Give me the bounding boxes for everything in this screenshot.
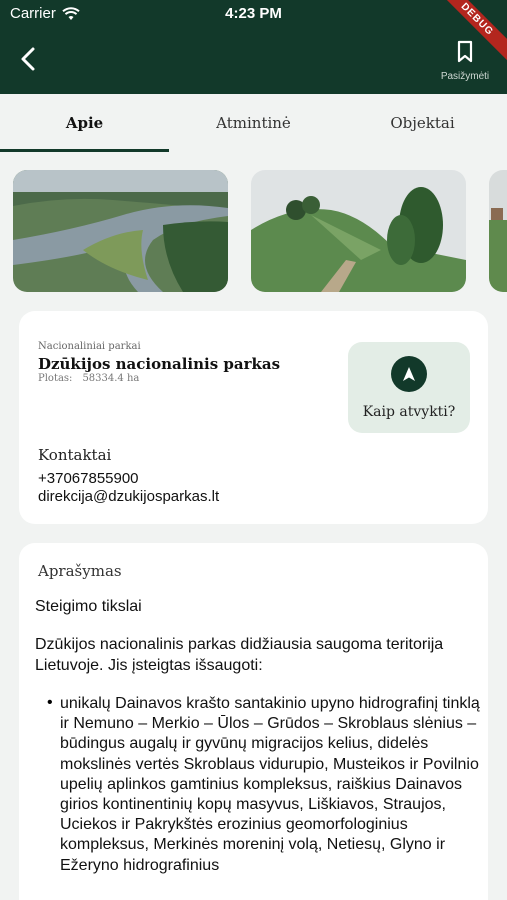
back-button[interactable] — [14, 44, 44, 74]
directions-button[interactable]: Kaip atvykti? — [348, 342, 470, 433]
description-bullet: unikalų Dainavos krašto santakinio upyno… — [60, 695, 480, 874]
chevron-left-icon — [21, 47, 35, 71]
gallery-photo-river[interactable] — [13, 170, 228, 292]
area-value: 58334.4 ha — [82, 373, 140, 384]
park-area: Plotas: 58334.4 ha — [38, 373, 139, 384]
tab-objektai[interactable]: Objektai — [338, 94, 507, 154]
park-name: Dzūkijos nacionalinis parkas — [38, 355, 281, 373]
description-subtitle: Steigimo tikslai — [35, 598, 142, 615]
description-paragraph: Dzūkijos nacionalinis parkas didžiausia … — [35, 636, 444, 674]
park-info-card: Nacionaliniai parkai Dzūkijos nacionalin… — [19, 311, 488, 524]
photo-gallery[interactable] — [13, 170, 507, 294]
app-header: Carrier 4:23 PM Pasižymėti DEBUG — [0, 0, 507, 94]
contacts-title: Kontaktai — [38, 446, 112, 464]
tab-apie[interactable]: Apie — [0, 94, 169, 154]
area-label: Plotas: — [38, 373, 73, 384]
bookmark-icon — [457, 40, 473, 63]
tab-bar: Apie Atmintinė Objektai — [0, 94, 507, 154]
bookmark-button[interactable]: Pasižymėti — [435, 40, 495, 82]
status-bar: Carrier 4:23 PM — [0, 0, 507, 30]
bullet-marker: • — [47, 694, 53, 711]
description-card: Aprašymas Steigimo tikslai Dzūkijos naci… — [19, 543, 488, 900]
park-category: Nacionaliniai parkai — [38, 341, 141, 352]
bookmark-label: Pasižymėti — [440, 71, 490, 82]
gallery-photo-partial[interactable] — [489, 170, 507, 292]
navigation-icon — [391, 356, 427, 392]
description-title: Aprašymas — [38, 562, 122, 580]
tab-atmintine[interactable]: Atmintinė — [169, 94, 338, 154]
status-time: 4:23 PM — [225, 5, 282, 22]
contact-phone[interactable]: +37067855900 — [38, 470, 139, 487]
contact-email[interactable]: direkcija@dzukijosparkas.lt — [38, 488, 219, 505]
gallery-photo-hill[interactable] — [251, 170, 466, 292]
directions-label: Kaip atvykti? — [362, 404, 456, 420]
